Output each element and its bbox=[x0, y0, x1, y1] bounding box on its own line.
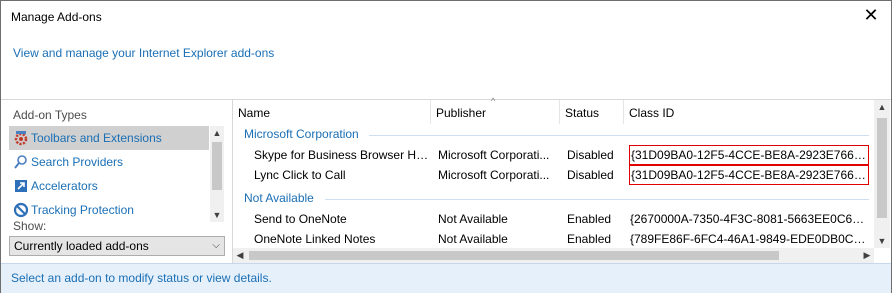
manage-addons-window: Manage Add-ons ✕ View and manage your In… bbox=[0, 0, 892, 293]
row-status: Enabled bbox=[567, 232, 612, 246]
addon-types-scrollbar[interactable]: ▲ ▼ bbox=[210, 126, 224, 222]
row-publisher: Microsoft Corporati... bbox=[438, 168, 550, 182]
table-row[interactable]: Skype for Business Browser Hel... Micros… bbox=[233, 145, 874, 165]
chevron-down-icon: ⌵ bbox=[212, 240, 220, 251]
sort-arrow-icon: ^ bbox=[491, 96, 496, 106]
header-link[interactable]: View and manage your Internet Explorer a… bbox=[13, 46, 274, 60]
scroll-up-icon[interactable]: ▲ bbox=[210, 126, 224, 140]
scroll-thumb[interactable] bbox=[877, 118, 887, 218]
show-label: Show: bbox=[13, 219, 47, 233]
addon-types-title: Add-on Types bbox=[13, 108, 87, 122]
scroll-thumb[interactable] bbox=[249, 251, 779, 260]
row-class-id: {31D09BA0-12F5-4CCE-BE8A-2923E76605DA} bbox=[629, 165, 869, 185]
sidebar-item-label: Tracking Protection bbox=[31, 203, 134, 217]
show-dropdown[interactable]: Currently loaded add-ons ⌵ bbox=[9, 236, 225, 256]
table-row[interactable]: OneNote Linked Notes Not Available Enabl… bbox=[233, 229, 874, 249]
group-divider bbox=[325, 199, 869, 200]
row-publisher: Not Available bbox=[438, 212, 508, 226]
status-text: Select an add-on to modify status or vie… bbox=[11, 271, 272, 285]
row-name: Lync Click to Call bbox=[254, 168, 346, 182]
row-name: Send to OneNote bbox=[254, 212, 347, 226]
scroll-left-icon[interactable]: ◀ bbox=[233, 248, 247, 263]
column-header-publisher[interactable]: Publisher bbox=[431, 100, 560, 124]
row-status: Enabled bbox=[567, 212, 612, 226]
row-name: Skype for Business Browser Hel... bbox=[254, 148, 430, 162]
window-title: Manage Add-ons bbox=[11, 10, 102, 24]
accelerator-icon bbox=[13, 178, 29, 194]
list-vertical-scrollbar[interactable]: ▲ ▼ bbox=[874, 100, 890, 248]
addon-types-pane: Add-on Types Toolbars and Extensions Sea… bbox=[1, 100, 231, 263]
sidebar-item-search-providers[interactable]: Search Providers bbox=[9, 150, 209, 174]
sidebar-item-label: Search Providers bbox=[31, 155, 124, 169]
table-row[interactable]: Send to OneNote Not Available Enabled {2… bbox=[233, 209, 874, 229]
sidebar-item-accelerators[interactable]: Accelerators bbox=[9, 174, 209, 198]
status-bar: Select an add-on to modify status or vie… bbox=[1, 263, 891, 293]
group-header: Not Available bbox=[244, 191, 314, 205]
scroll-right-icon[interactable]: ▶ bbox=[860, 248, 874, 263]
group-header: Microsoft Corporation bbox=[244, 127, 359, 141]
row-status: Disabled bbox=[567, 168, 614, 182]
row-publisher: Not Available bbox=[438, 232, 508, 246]
scroll-up-icon[interactable]: ▲ bbox=[874, 100, 890, 114]
list-horizontal-scrollbar[interactable]: ◀ ▶ bbox=[233, 248, 874, 263]
row-class-id: {2670000A-7350-4F3C-8081-5663EE0C6C49} bbox=[630, 212, 870, 226]
close-icon[interactable]: ✕ bbox=[861, 5, 881, 25]
table-row[interactable]: Lync Click to Call Microsoft Corporati..… bbox=[233, 165, 874, 185]
column-header-class-id[interactable]: Class ID bbox=[624, 100, 874, 124]
row-name: OneNote Linked Notes bbox=[254, 232, 376, 246]
block-icon bbox=[13, 202, 29, 218]
addon-types-list: Toolbars and Extensions Search Providers… bbox=[9, 126, 209, 222]
column-header-status[interactable]: Status bbox=[560, 100, 624, 124]
gear-icon bbox=[13, 130, 29, 146]
search-icon bbox=[13, 154, 29, 170]
sidebar-item-toolbars-extensions[interactable]: Toolbars and Extensions bbox=[9, 126, 209, 150]
sidebar-item-label: Toolbars and Extensions bbox=[31, 131, 162, 145]
row-publisher: Microsoft Corporati... bbox=[438, 148, 550, 162]
column-headers: Name Publisher ^ Status Class ID bbox=[233, 96, 874, 124]
group-divider bbox=[369, 135, 869, 136]
row-class-id: {789FE86F-6FC4-46A1-9849-EDE0DB0C95CA} bbox=[630, 232, 870, 246]
scroll-down-icon[interactable]: ▼ bbox=[210, 208, 224, 222]
row-status: Disabled bbox=[567, 148, 614, 162]
sidebar-item-label: Accelerators bbox=[31, 179, 98, 193]
addons-list: Name Publisher ^ Status Class ID Microso… bbox=[232, 96, 890, 263]
column-header-name[interactable]: Name bbox=[233, 100, 431, 124]
row-class-id: {31D09BA0-12F5-4CCE-BE8A-2923E76605DA} bbox=[629, 145, 869, 165]
show-dropdown-value: Currently loaded add-ons bbox=[14, 239, 149, 253]
scroll-thumb[interactable] bbox=[212, 142, 222, 190]
scroll-down-icon[interactable]: ▼ bbox=[874, 234, 890, 248]
